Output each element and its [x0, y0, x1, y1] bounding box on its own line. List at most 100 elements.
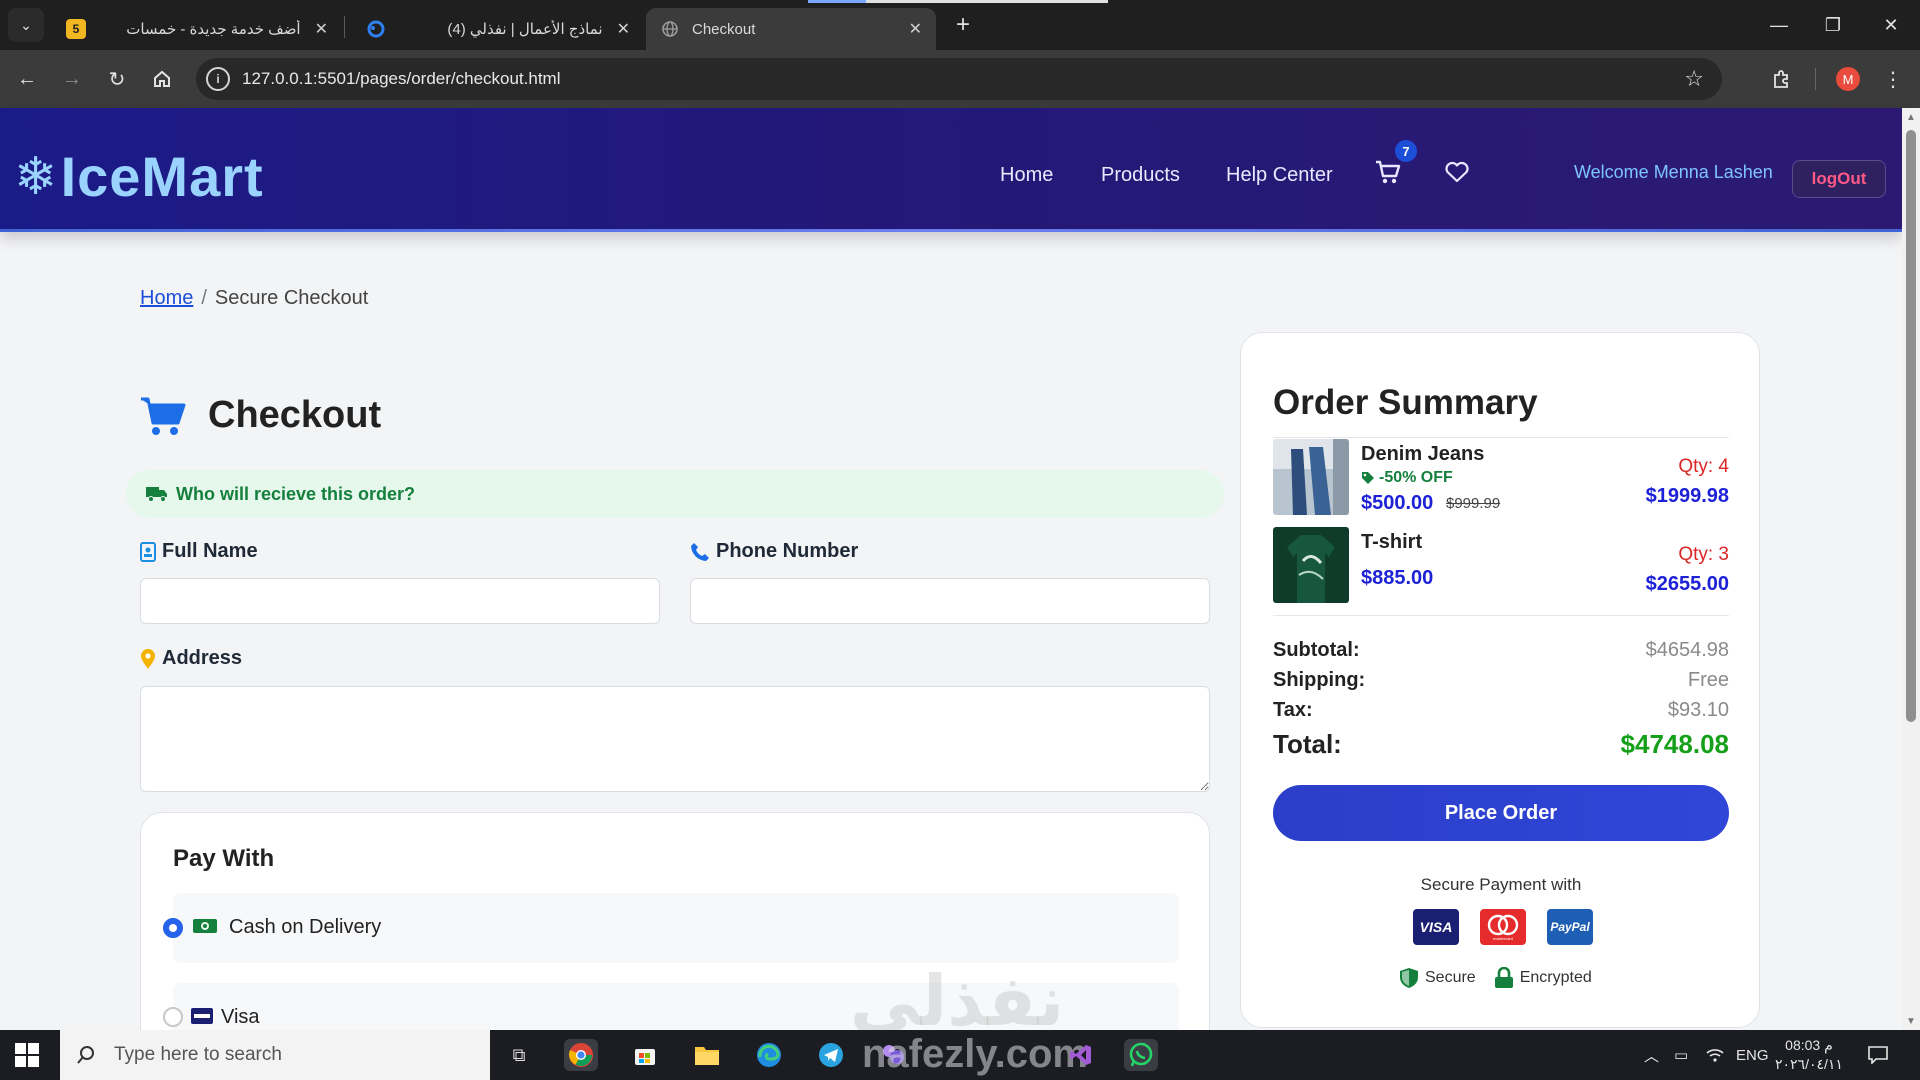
page-scrollbar[interactable]: ▲ ▼	[1902, 108, 1920, 1030]
extensions-icon[interactable]	[1764, 62, 1798, 96]
encrypted-text: Encrypted	[1519, 969, 1592, 986]
nav-products[interactable]: Products	[1101, 164, 1180, 187]
icemart-logo[interactable]: ❄ IceMart	[14, 144, 264, 209]
tab-checkout[interactable]: Checkout ✕	[646, 8, 936, 50]
product-thumbnail	[1273, 527, 1349, 603]
summary-item: T-shirt $885.00 Qty: 3 $2655.00	[1273, 527, 1729, 603]
shipping-label: Shipping:	[1273, 669, 1366, 691]
forward-button[interactable]: →	[55, 62, 89, 96]
task-view-icon[interactable]: ⧉	[502, 1039, 536, 1071]
browser-menu-icon[interactable]: ⋮	[1876, 62, 1910, 96]
subtotal-label: Subtotal:	[1273, 639, 1360, 661]
wifi-icon[interactable]	[1706, 1030, 1724, 1080]
address-label-text: Address	[162, 647, 243, 669]
file-explorer-icon[interactable]	[690, 1039, 724, 1071]
discount-badge: -50% OFF	[1361, 469, 1453, 487]
nav-home[interactable]: Home	[1000, 164, 1053, 187]
full-name-input[interactable]	[140, 578, 660, 624]
new-tab-button[interactable]: +	[948, 10, 978, 40]
notification-icon[interactable]	[1868, 1030, 1888, 1080]
taskbar-search-box[interactable]: Type here to search	[60, 1030, 490, 1080]
id-card-icon	[140, 541, 156, 562]
payment-option-cash[interactable]: Cash on Delivery	[163, 893, 1179, 963]
total-label: Total:	[1273, 729, 1342, 759]
mastercard-logo: mastercard	[1480, 909, 1526, 945]
back-button[interactable]: ←	[10, 62, 44, 96]
windows-start-icon[interactable]	[14, 1042, 40, 1068]
reload-button[interactable]: ↻	[100, 62, 134, 96]
site-info-icon[interactable]: i	[206, 67, 230, 91]
breadcrumb-home-link[interactable]: Home	[140, 287, 193, 309]
visa-radio[interactable]	[163, 1007, 183, 1027]
whatsapp-icon[interactable]	[1124, 1039, 1158, 1071]
toolbar-divider	[1815, 68, 1816, 90]
cart-count-badge: 7	[1395, 140, 1417, 162]
truck-icon	[146, 487, 167, 502]
secure-badge: Secure	[1399, 967, 1476, 989]
edge-icon[interactable]	[752, 1039, 786, 1071]
close-icon[interactable]: ✕	[909, 19, 922, 39]
phone-input[interactable]	[690, 578, 1210, 624]
minimize-button[interactable]: —	[1754, 8, 1804, 42]
scroll-down-arrow[interactable]: ▼	[1906, 1016, 1916, 1027]
close-icon[interactable]: ✕	[315, 19, 328, 39]
home-button[interactable]	[145, 62, 179, 96]
full-name-label-text: Full Name	[162, 540, 258, 562]
battery-icon[interactable]: ▭	[1674, 1030, 1688, 1080]
security-badges: Secure Encrypted	[1399, 967, 1610, 989]
address-textarea[interactable]	[140, 686, 1210, 792]
language-indicator[interactable]: ENG	[1736, 1030, 1769, 1080]
paypal-logo: PayPal	[1547, 909, 1593, 945]
shipping-value: Free	[1687, 669, 1729, 691]
visual-studio-icon[interactable]	[1064, 1039, 1098, 1071]
cash-radio[interactable]	[163, 918, 183, 938]
telegram-icon[interactable]	[814, 1039, 848, 1071]
scroll-up-arrow[interactable]: ▲	[1906, 112, 1916, 123]
item-old-price: $999.99	[1446, 495, 1501, 512]
address-bar[interactable]: i 127.0.0.1:5501/pages/order/checkout.ht…	[196, 58, 1722, 100]
tab-label: Checkout	[692, 20, 756, 38]
recipient-banner: Who will recieve this order?	[126, 470, 1224, 518]
welcome-message: Welcome Menna Lashen	[1574, 162, 1773, 182]
shield-icon	[1400, 968, 1418, 988]
phone-label-text: Phone Number	[716, 540, 859, 562]
heart-icon[interactable]	[1444, 160, 1470, 184]
profile-avatar[interactable]: M	[1836, 67, 1860, 91]
tab-search-button[interactable]: ⌄	[8, 8, 44, 42]
window-close-button[interactable]: ✕	[1866, 8, 1916, 42]
product-thumbnail	[1273, 439, 1349, 515]
tab-nafezly[interactable]: (4) نماذج الأعمال | نفذلي ✕	[352, 8, 644, 50]
item-name: T-shirt	[1361, 531, 1423, 553]
scrollbar-thumb[interactable]	[1906, 130, 1916, 722]
tab-loading-indicator	[808, 0, 1108, 3]
location-pin-icon	[141, 648, 155, 669]
item-qty: Qty: 4	[1678, 456, 1729, 477]
taskbar-clock[interactable]: 08:03 م ٢٠٢٦/٠٤/١١	[1775, 1036, 1843, 1074]
tax-value: $93.10	[1667, 699, 1729, 721]
recipient-question: Who will recieve this order?	[176, 483, 416, 504]
logo-text: IceMart	[60, 145, 264, 208]
restore-button[interactable]: ❐	[1808, 8, 1858, 42]
mastercard-logo-text: mastercard	[1493, 936, 1513, 941]
payment-logos: VISA mastercard PayPal	[1413, 909, 1593, 949]
bookmark-star-icon[interactable]: ☆	[1684, 66, 1704, 92]
close-icon[interactable]: ✕	[617, 19, 630, 39]
summary-divider	[1273, 437, 1729, 438]
breadcrumb: Home / Secure Checkout	[140, 287, 368, 310]
cart-icon[interactable]	[1374, 158, 1402, 186]
place-order-button[interactable]: Place Order	[1273, 785, 1729, 841]
total-value: $4748.08	[1620, 729, 1729, 759]
tray-chevron-icon[interactable]: ︿	[1644, 1030, 1659, 1080]
cash-icon	[193, 919, 217, 933]
microsoft-store-icon[interactable]	[628, 1039, 662, 1071]
nafezly-watermark-text: nafezly.com	[862, 1032, 1088, 1076]
chrome-icon[interactable]	[564, 1039, 598, 1071]
nav-help-center[interactable]: Help Center	[1226, 164, 1333, 187]
logout-button[interactable]: logOut	[1792, 160, 1886, 198]
url-text: 127.0.0.1:5501/pages/order/checkout.html	[242, 69, 561, 88]
visa-logo: VISA	[1413, 909, 1459, 945]
clock-time: 08:03 م	[1785, 1037, 1833, 1053]
tab-khamsat[interactable]: 5 أضف خدمة جديدة - خمسات ✕	[52, 8, 342, 50]
search-icon	[77, 1046, 94, 1064]
secure-text: Secure	[1425, 969, 1476, 986]
